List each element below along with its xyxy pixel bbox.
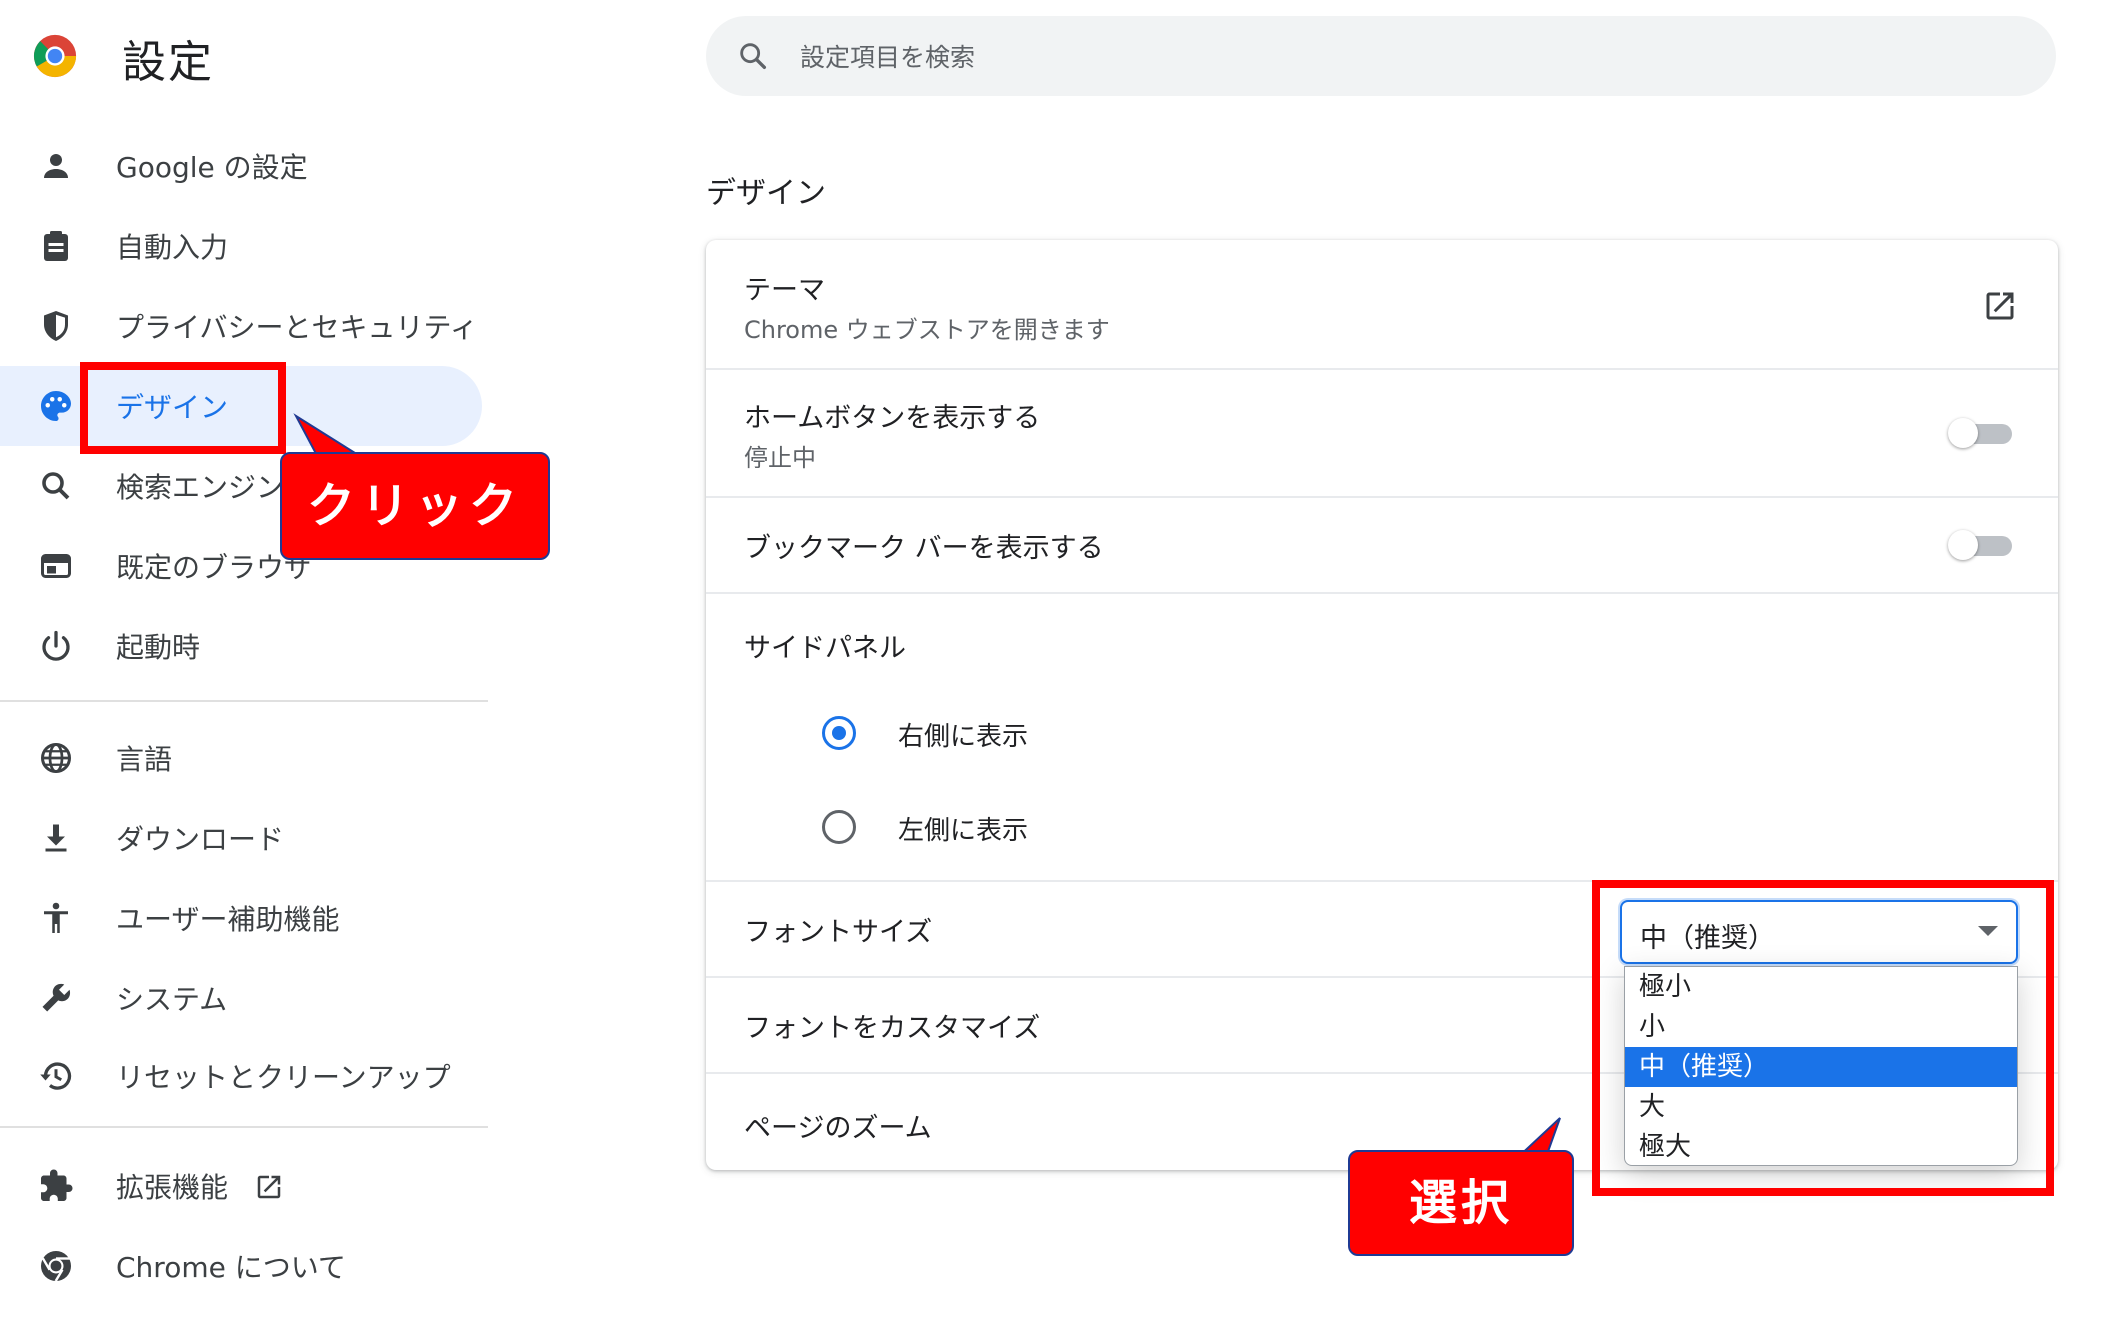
sidebar-item-privacy[interactable]: プライバシーとセキュリティ (0, 286, 482, 366)
download-icon (45, 824, 67, 852)
sidebar-item-label: 拡張機能 (116, 1166, 284, 1206)
open-in-new-icon[interactable] (1982, 288, 2018, 324)
sidebar-item-startup[interactable]: 起動時 (0, 606, 482, 686)
person-icon (44, 154, 68, 178)
sidebar-item-reset[interactable]: リセットとクリーンアップ (0, 1036, 482, 1116)
search-input[interactable] (798, 34, 2002, 80)
restore-icon (40, 1062, 72, 1090)
search-icon (42, 472, 70, 500)
accessibility-icon (44, 902, 68, 933)
sidebar-item-autofill[interactable]: 自動入力 (0, 206, 482, 286)
bookmarks-bar-title: ブックマーク バーを表示する (744, 533, 1104, 564)
side-panel-row: サイドパネル 右側に表示 左側に表示 (706, 592, 2058, 882)
sidebar-item-extensions[interactable]: 拡張機能 (0, 1146, 482, 1226)
search-bar[interactable] (706, 16, 2056, 96)
clipboard-icon (44, 231, 68, 261)
sidebar-item-label: プライバシーとセキュリティ (116, 311, 478, 344)
side-panel-left-label: 左側に表示 (898, 816, 1029, 846)
sidebar-item-accessibility[interactable]: ユーザー補助機能 (0, 878, 482, 958)
side-panel-right-radio[interactable] (822, 716, 856, 750)
puzzle-icon (41, 1169, 73, 1201)
sidebar-item-language[interactable]: 言語 (0, 718, 482, 798)
search-icon (740, 43, 767, 70)
sidebar-item-label: 検索エンジン (116, 471, 285, 504)
font-size-title: フォントサイズ (744, 917, 933, 948)
home-button-status: 停止中 (744, 444, 816, 472)
sidebar-item-label: 言語 (116, 743, 173, 776)
sidebar-divider (0, 1126, 488, 1128)
theme-subtitle: Chrome ウェブストアを開きます (744, 316, 1110, 344)
bookmarks-bar-toggle[interactable] (1948, 528, 2016, 562)
theme-title: テーマ (744, 275, 825, 306)
sidebar-item-label-text: 拡張機能 (116, 1171, 229, 1204)
sidebar-item-label: Chrome について (116, 1251, 346, 1284)
sidebar-item-google[interactable]: Google の設定 (0, 126, 482, 206)
sidebar-item-label: システム (116, 983, 228, 1016)
chrome-icon (41, 1251, 71, 1282)
theme-row[interactable]: テーマ Chrome ウェブストアを開きます (706, 240, 2058, 370)
callout-click: クリック (280, 452, 550, 560)
section-title: デザイン (706, 176, 826, 211)
callout-select: 選択 (1348, 1150, 1574, 1256)
browser-window-icon (41, 554, 71, 578)
sidebar-item-label: ユーザー補助機能 (116, 903, 340, 936)
palette-icon (41, 391, 71, 421)
home-button-toggle[interactable] (1948, 416, 2016, 450)
sidebar-item-downloads[interactable]: ダウンロード (0, 798, 482, 878)
side-panel-left-radio[interactable] (822, 810, 856, 844)
open-in-new-icon (257, 1175, 281, 1199)
shield-icon (44, 311, 68, 341)
side-panel-title: サイドパネル (744, 633, 906, 664)
sidebar-item-label: 起動時 (116, 631, 201, 664)
sidebar-item-system[interactable]: システム (0, 958, 482, 1038)
highlight-box-design (80, 362, 286, 454)
side-panel-right-label: 右側に表示 (898, 722, 1029, 752)
sidebar-divider (0, 700, 488, 702)
sidebar-item-label: リセットとクリーンアップ (116, 1061, 451, 1094)
home-button-row: ホームボタンを表示する 停止中 (706, 368, 2058, 498)
globe-icon (41, 743, 71, 773)
sidebar-item-label: Google の設定 (116, 151, 308, 184)
sidebar-item-label: ダウンロード (116, 823, 285, 856)
wrench-icon (42, 983, 71, 1012)
sidebar-nav: Google の設定 自動入力 プライバシーとセキュリティ デザイン 検索エンジ… (0, 0, 490, 1337)
customize-fonts-title: フォントをカスタマイズ (744, 1013, 1041, 1044)
sidebar-item-label: 自動入力 (116, 231, 229, 264)
page-zoom-title: ページのズーム (744, 1113, 932, 1144)
home-button-title: ホームボタンを表示する (744, 403, 1041, 434)
highlight-box-font-size (1592, 880, 2054, 1196)
bookmarks-bar-row: ブックマーク バーを表示する (706, 496, 2058, 594)
power-icon (42, 630, 70, 661)
sidebar-item-about-chrome[interactable]: Chrome について (0, 1226, 482, 1306)
